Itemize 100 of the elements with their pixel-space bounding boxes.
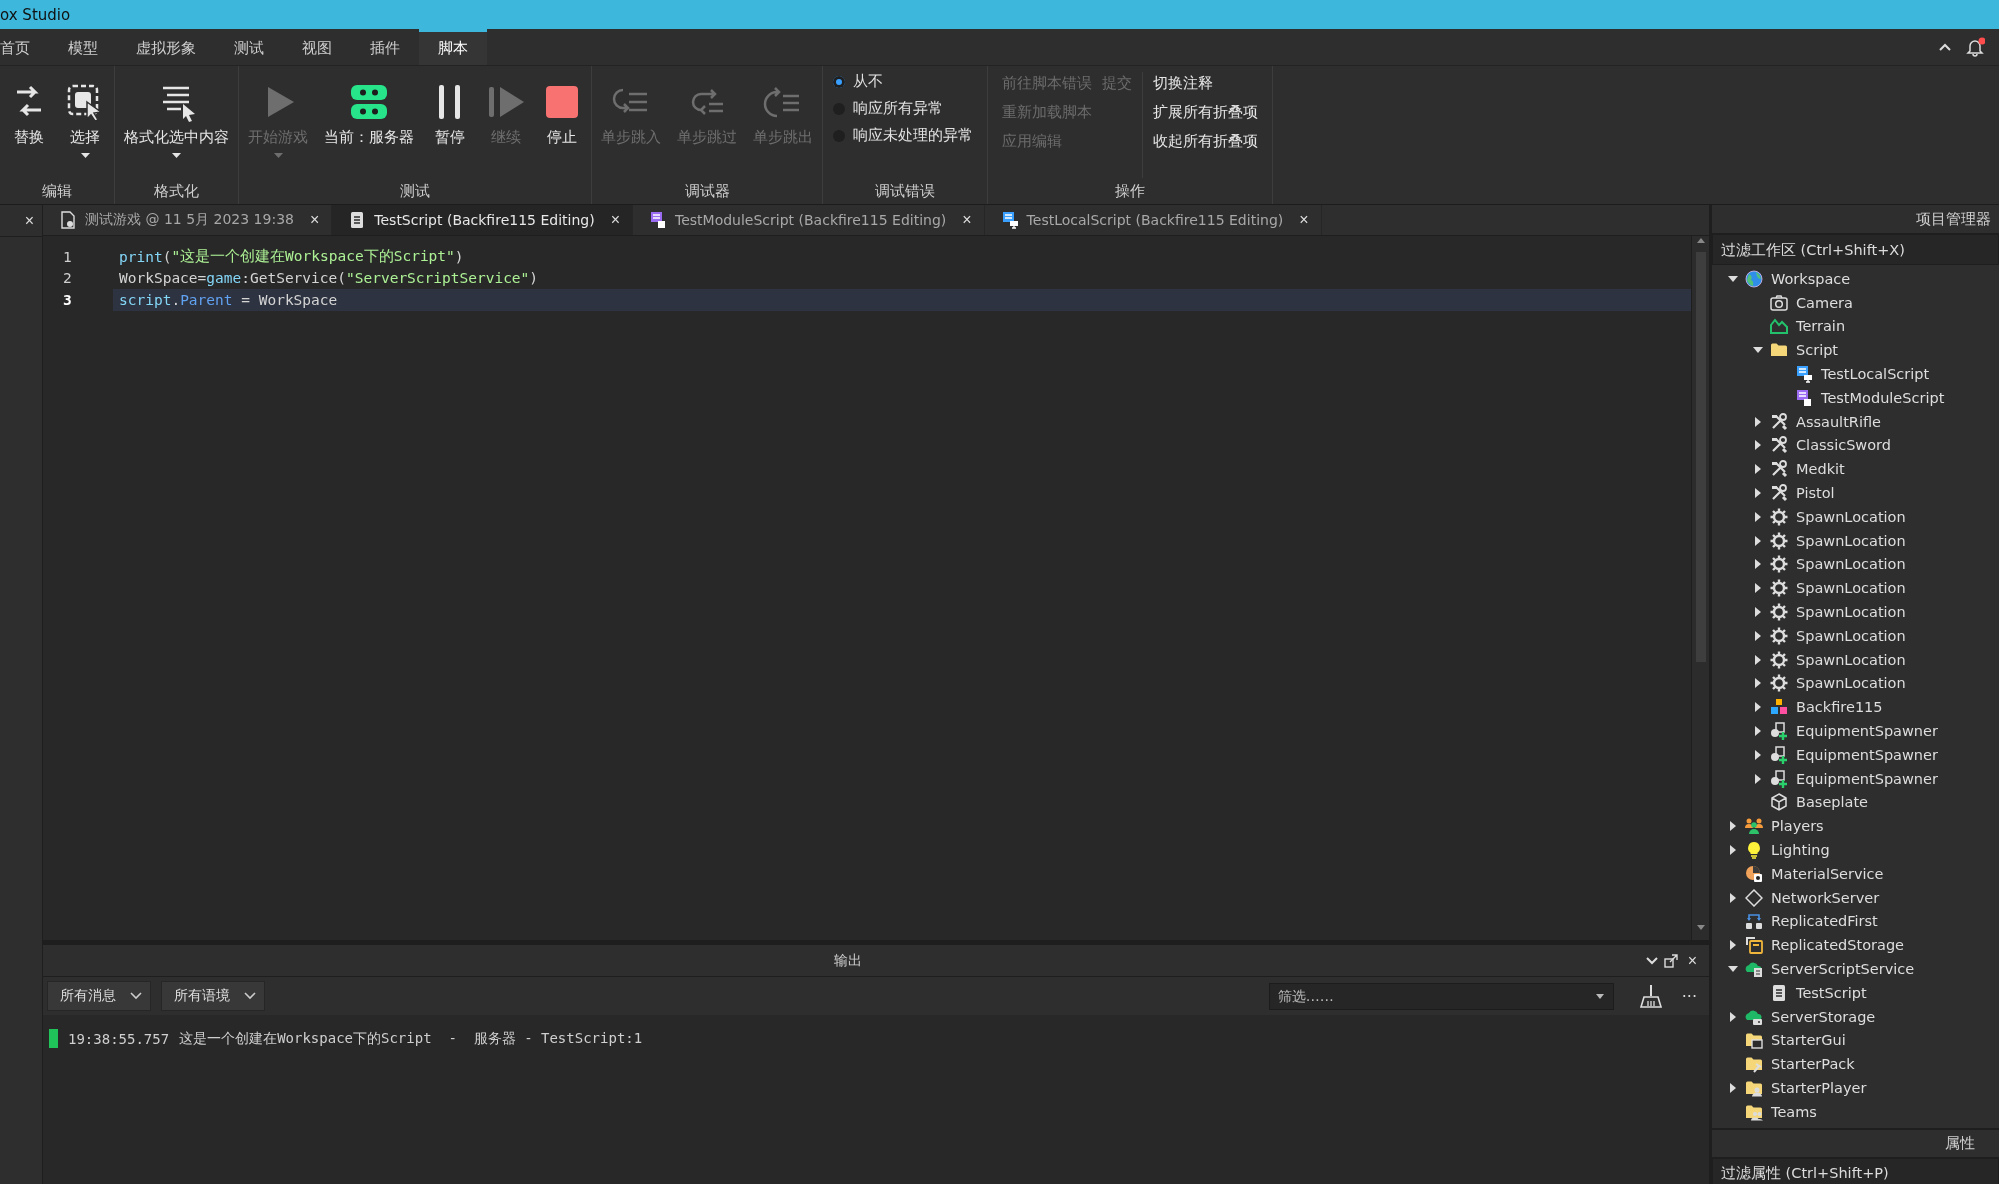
tree-item[interactable]: Baseplate [1796, 794, 1869, 811]
tree-item[interactable]: EquipmentSpawner [1796, 770, 1938, 787]
expand-arrow-icon[interactable] [1752, 559, 1763, 570]
menu-tab[interactable]: 视图 [283, 29, 351, 65]
menu-tab[interactable]: 脚本 [419, 29, 487, 65]
expand-arrow-icon[interactable] [1752, 583, 1763, 594]
chevron-down-icon[interactable] [1645, 956, 1658, 965]
collapse-icon[interactable] [1939, 43, 1951, 51]
tree-item[interactable]: ClassicSword [1796, 437, 1891, 454]
document-tab[interactable]: TestScript (Backfire115 Editing) × [332, 205, 633, 235]
ribbon-button[interactable]: 当前：服务器 [319, 80, 419, 149]
filter-field[interactable]: 过滤工作区 (Ctrl+Shift+X) [1712, 234, 1999, 265]
close-button[interactable]: × [602, 211, 620, 229]
tree-item[interactable]: SpawnLocation [1796, 532, 1906, 549]
tree-item[interactable]: TestScript [1796, 984, 1867, 1001]
expand-arrow-icon[interactable] [1727, 821, 1738, 832]
tree-item[interactable]: SpawnLocation [1796, 651, 1906, 668]
tree-item[interactable]: StarterGui [1771, 1032, 1846, 1049]
tree-item[interactable]: StarterPlayer [1771, 1080, 1867, 1096]
radio-button[interactable]: 响应未处理的异常 [833, 126, 973, 145]
expand-arrow-icon[interactable] [1752, 678, 1763, 689]
tree-item[interactable]: ReplicatedStorage [1771, 937, 1904, 954]
ribbon-button[interactable]: 暂停 [425, 80, 475, 149]
tree-item[interactable]: ReplicatedFirst [1771, 913, 1878, 930]
close-button[interactable]: × [24, 211, 34, 230]
pop-out-icon[interactable] [1663, 953, 1678, 968]
radio-button[interactable]: 从不 [833, 72, 973, 91]
tree-item[interactable]: SpawnLocation [1796, 508, 1906, 525]
expand-arrow-icon[interactable] [1752, 773, 1763, 784]
tree-item[interactable]: NetworkServer [1771, 889, 1880, 906]
ribbon-button[interactable]: 停止 [537, 80, 587, 149]
menu-tab[interactable]: 首页 [0, 29, 49, 65]
tree-item[interactable]: EquipmentSpawner [1796, 746, 1938, 763]
tree-item[interactable]: TestModuleScript [1821, 389, 1945, 406]
expand-arrow-icon[interactable] [1727, 1083, 1738, 1093]
tree-item[interactable]: Workspace [1771, 270, 1851, 287]
expand-arrow-icon[interactable] [1752, 464, 1763, 475]
ribbon-button[interactable]: 扩展所有折叠项 [1153, 101, 1258, 124]
tree-item[interactable]: TestLocalScript [1821, 366, 1930, 383]
ribbon-button[interactable]: 替换 [4, 80, 54, 149]
ribbon-button[interactable]: 切换注释 [1153, 72, 1213, 95]
radio-button[interactable]: 响应所有异常 [833, 99, 973, 118]
tree-item[interactable]: Backfire115 [1796, 699, 1883, 716]
expand-arrow-icon[interactable] [1752, 607, 1763, 618]
filter-dropdown[interactable]: 所有语境 [161, 981, 265, 1011]
tree-item[interactable]: Terrain [1796, 318, 1846, 335]
ribbon-button[interactable]: 格式化选中内容 [119, 80, 234, 161]
close-button[interactable]: × [1291, 211, 1309, 229]
close-button[interactable]: × [954, 211, 972, 229]
tree-item[interactable]: Script [1796, 342, 1839, 359]
expand-arrow-icon[interactable] [1752, 535, 1763, 546]
tree-item[interactable]: Teams [1771, 1103, 1817, 1120]
tree-item[interactable]: Pistol [1796, 485, 1835, 502]
menu-tab[interactable]: 测试 [215, 29, 283, 65]
tree-item[interactable]: Camera [1796, 294, 1853, 311]
filter-field[interactable]: 筛选…… [1268, 982, 1614, 1010]
filter-field[interactable]: 过滤属性 (Ctrl+Shift+P) [1712, 1158, 1999, 1184]
more-button[interactable]: ··· [1671, 986, 1705, 1006]
tree-item[interactable]: SpawnLocation [1796, 604, 1906, 621]
ribbon-button[interactable]: 收起所有折叠项 [1153, 130, 1258, 153]
close-button[interactable]: × [301, 211, 320, 229]
tree-item[interactable]: MaterialService [1771, 865, 1884, 882]
filter-dropdown[interactable]: 所有消息 [47, 981, 151, 1011]
expand-arrow-icon[interactable] [1752, 630, 1763, 641]
tree-item[interactable]: ServerScriptService [1771, 961, 1915, 977]
menu-tab[interactable]: 插件 [351, 29, 419, 65]
tree-item[interactable]: StarterPack [1771, 1056, 1855, 1073]
document-tab[interactable]: TestModuleScript (Backfire115 Editing) × [633, 205, 985, 235]
bell-icon[interactable] [1965, 37, 1985, 57]
tree-item[interactable]: ServerStorage [1771, 1008, 1876, 1025]
collapse-arrow-icon[interactable] [1727, 964, 1738, 974]
expand-arrow-icon[interactable] [1727, 845, 1738, 855]
expand-arrow-icon[interactable] [1727, 1011, 1738, 1022]
collapse-arrow-icon[interactable] [1727, 273, 1738, 284]
expand-arrow-icon[interactable] [1752, 416, 1763, 427]
tree-item[interactable]: EquipmentSpawner [1796, 723, 1938, 740]
close-button[interactable]: × [1683, 951, 1701, 970]
tree-item[interactable]: AssaultRifle [1796, 413, 1881, 430]
expand-arrow-icon[interactable] [1727, 940, 1738, 951]
expand-arrow-icon[interactable] [1752, 702, 1763, 713]
tree-item[interactable]: Players [1771, 818, 1824, 835]
scrollbar[interactable] [1691, 236, 1709, 940]
tree-item[interactable]: Medkit [1796, 461, 1845, 478]
expand-arrow-icon[interactable] [1752, 440, 1763, 451]
tree-item[interactable]: SpawnLocation [1796, 556, 1906, 573]
expand-arrow-icon[interactable] [1752, 654, 1763, 665]
expand-arrow-icon[interactable] [1752, 488, 1763, 499]
expand-arrow-icon[interactable] [1752, 749, 1763, 760]
expand-arrow-icon[interactable] [1727, 892, 1738, 903]
expand-arrow-icon[interactable] [1752, 511, 1763, 522]
tree-item[interactable]: SpawnLocation [1796, 580, 1906, 597]
tree-item[interactable]: SpawnLocation [1796, 627, 1906, 644]
broom-icon[interactable] [1639, 984, 1662, 1008]
tree-item[interactable]: SpawnLocation [1796, 675, 1906, 692]
expand-arrow-icon[interactable] [1752, 726, 1763, 737]
document-tab[interactable]: TestLocalScript (Backfire115 Editing) × [984, 205, 1322, 235]
ribbon-button[interactable]: 选择 [60, 80, 110, 161]
menu-tab[interactable]: 模型 [49, 29, 117, 65]
menu-tab[interactable]: 虚拟形象 [117, 29, 215, 65]
tree-item[interactable]: Lighting [1771, 842, 1830, 858]
